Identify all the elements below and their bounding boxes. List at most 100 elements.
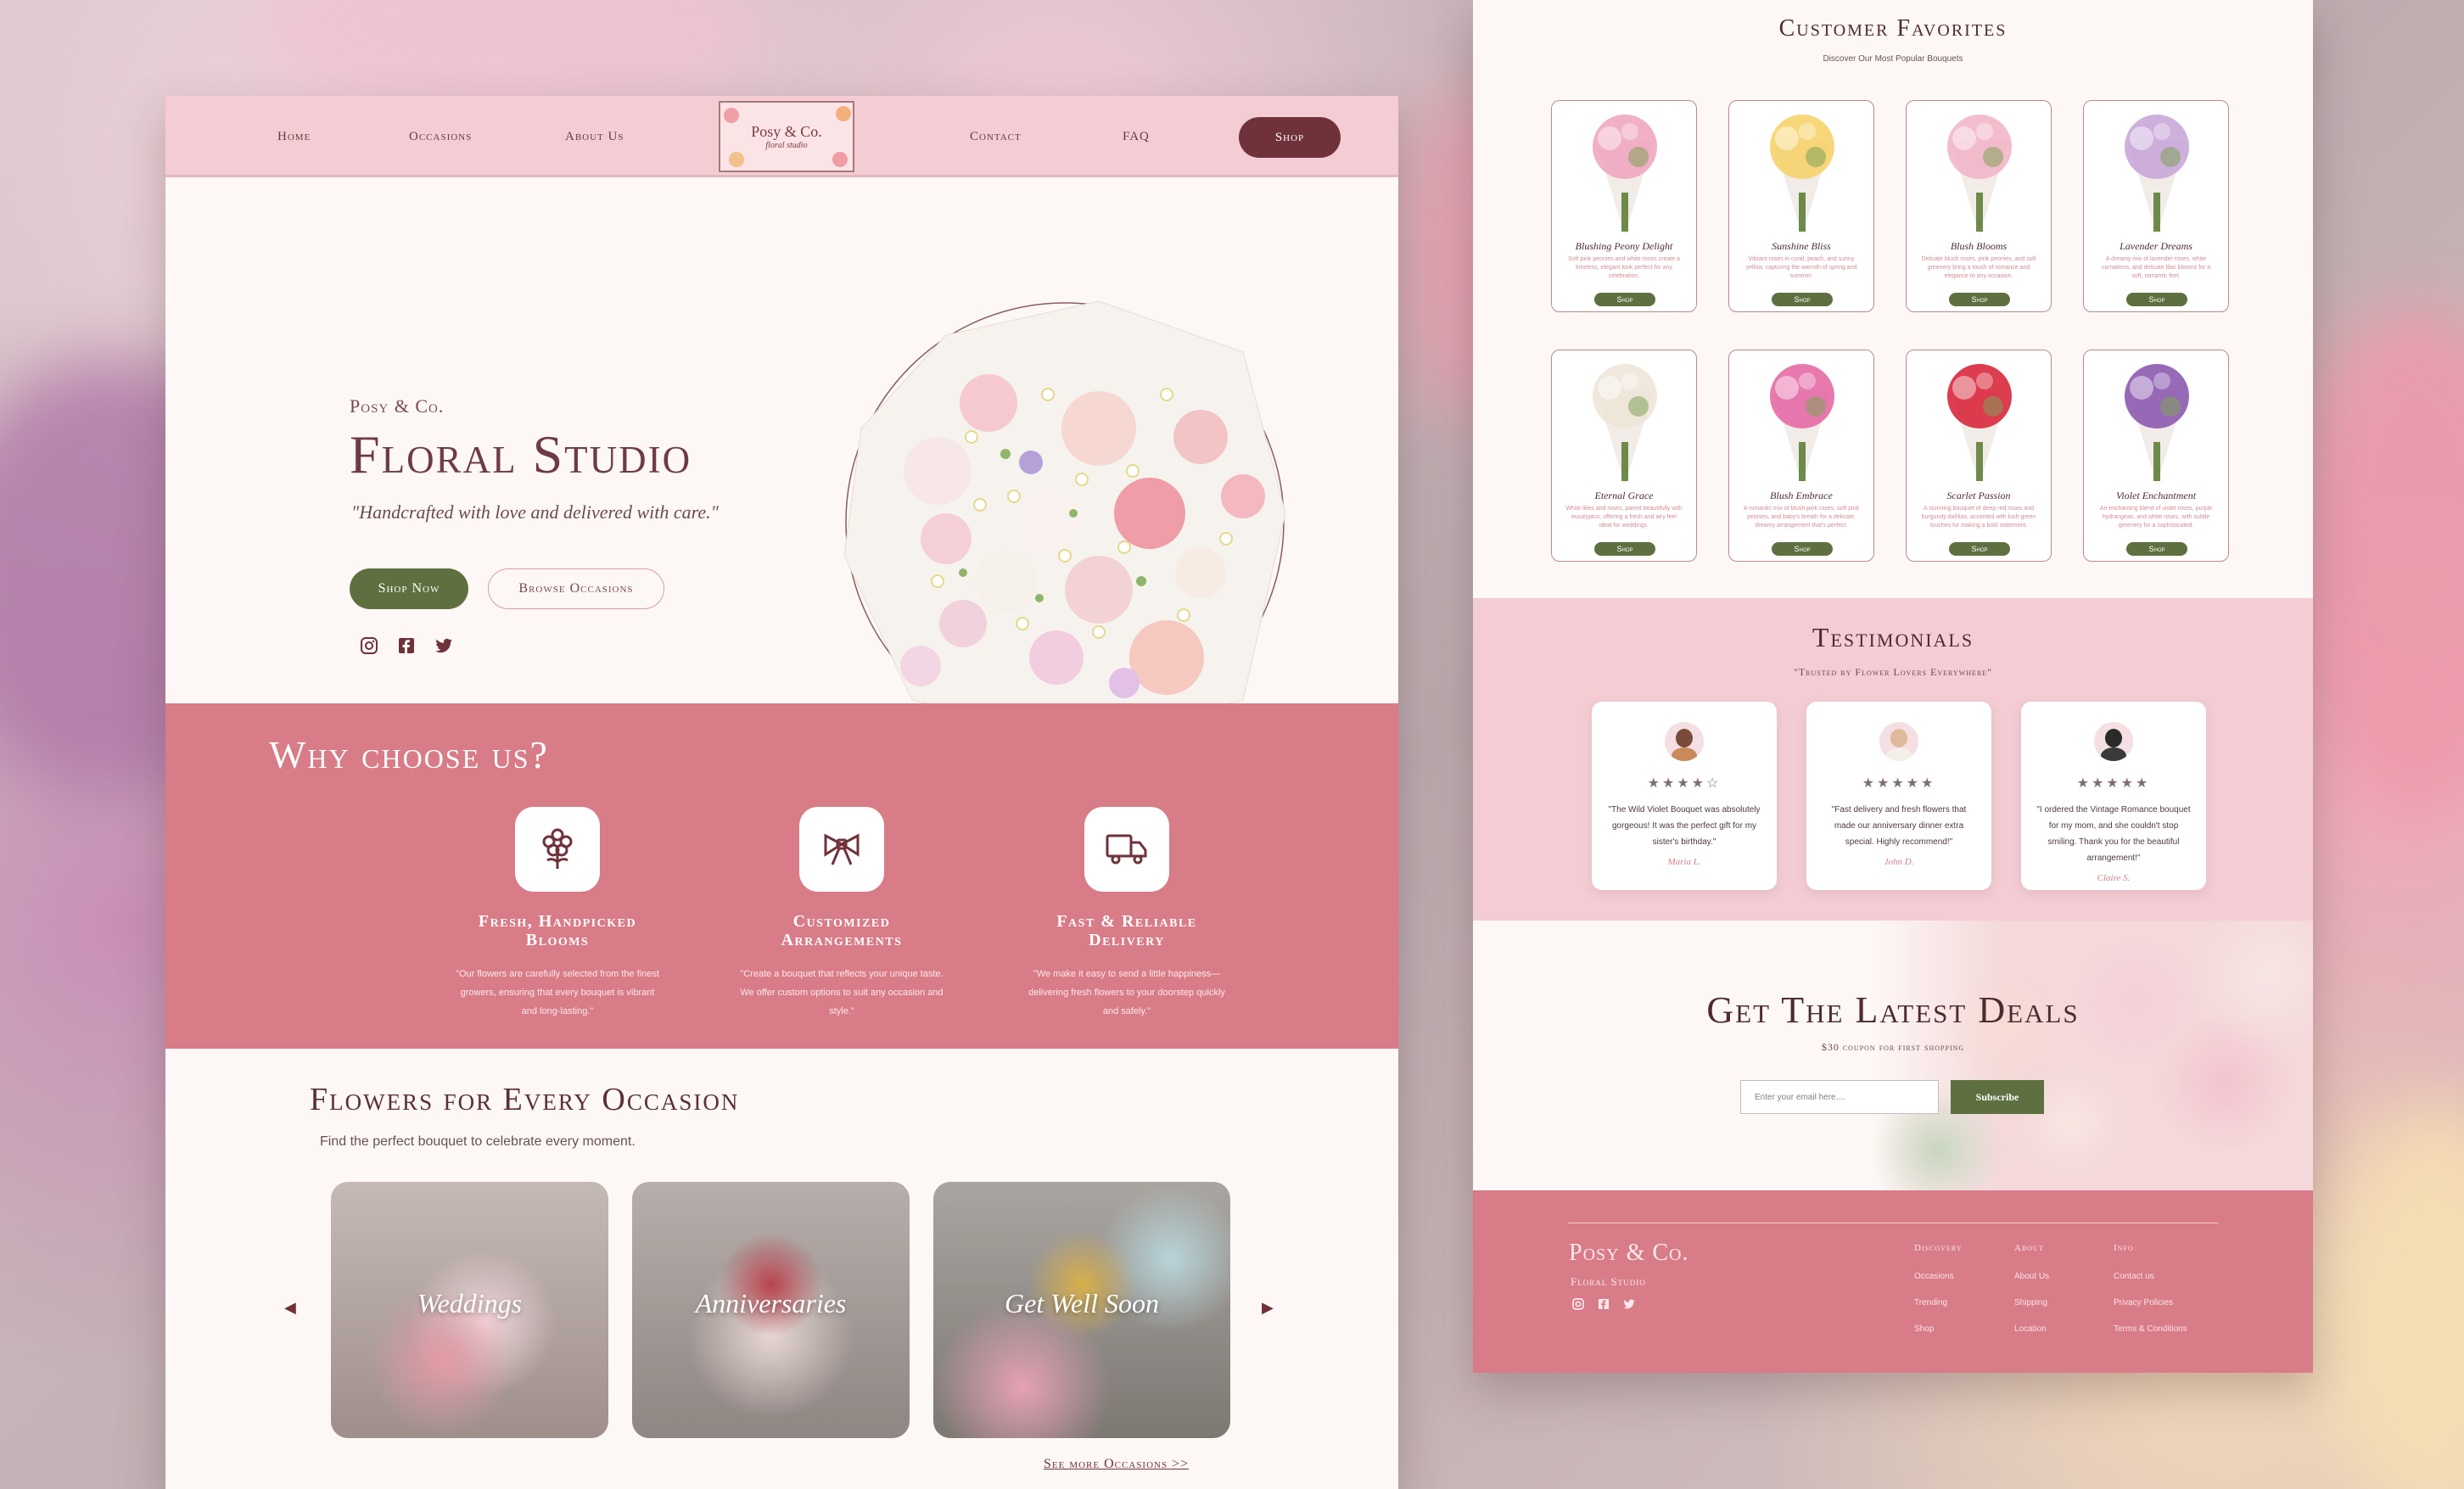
newsletter-section: Get The Latest Deals $30 coupon for firs… (1473, 921, 2313, 1190)
footer-link[interactable]: Shop (1914, 1324, 1934, 1334)
homepage-mockup-left: Home Occasions About Us Posy & Co. flora… (165, 96, 1398, 1489)
instagram-icon[interactable] (1571, 1297, 1585, 1311)
testimonial-text: "I ordered the Vintage Romance bouquet f… (2036, 805, 2191, 863)
browse-occasions-button[interactable]: Browse Occasions (488, 568, 664, 609)
instagram-icon[interactable] (359, 635, 379, 656)
footer-link[interactable]: Shipping (2014, 1298, 2047, 1307)
product-shop-button[interactable]: Shop (1949, 542, 2010, 556)
product-name: Blush Blooms (1950, 240, 2008, 252)
product-card[interactable]: Eternal Grace White lilies and roses, pai… (1551, 350, 1697, 562)
testimonial-author: John D. (1884, 857, 1914, 867)
occasions-title: Flowers for Every Occasion (310, 1082, 740, 1117)
favorites-subtitle: Discover Our Most Popular Bouquets (1823, 54, 1963, 64)
product-shop-button[interactable]: Shop (1772, 293, 1833, 306)
product-name: Sunshine Bliss (1772, 240, 1831, 252)
product-card[interactable]: Scarlet Passion A stunning bouquet of dee… (1906, 350, 2052, 562)
footer-link[interactable]: Occasions (1914, 1272, 1954, 1281)
footer-link[interactable]: Contact us (2114, 1272, 2154, 1281)
footer: Posy & Co. Floral Studio Discovery Occas… (1473, 1190, 2313, 1373)
occasion-card-anniversaries[interactable]: Anniversaries (632, 1182, 910, 1438)
product-card[interactable]: Sunshine Bliss Vibrant roses in coral, pe… (1728, 100, 1874, 312)
testimonials-subtitle: "Trusted by Flower Lovers Everywhere" (1793, 666, 1993, 678)
product-description: White lilies and roses, paired beautiful… (1565, 506, 1683, 529)
why-choose-us-section: Why choose us? Fresh, Handpicked Blooms … (165, 703, 1398, 1049)
testimonial-author: Maria L. (1667, 857, 1701, 867)
email-input[interactable]: Enter your email here.... (1740, 1080, 1939, 1114)
feature-text: "We make it easy to send a little happin… (1028, 969, 1225, 1016)
product-shop-button[interactable]: Shop (1772, 542, 1833, 556)
why-title: Why choose us? (269, 733, 549, 776)
occasion-card-weddings[interactable]: Weddings (331, 1182, 608, 1438)
feature-title: Fresh, Handpicked Blooms (478, 912, 637, 949)
product-shop-button[interactable]: Shop (1949, 293, 2010, 306)
nav-home[interactable]: Home (277, 130, 311, 144)
product-image (1917, 108, 2042, 235)
feature-text: "Our flowers are carefully selected from… (456, 969, 659, 1016)
nav-shop-button[interactable]: Shop (1239, 117, 1341, 158)
footer-link[interactable]: Trending (1914, 1298, 1947, 1307)
occasion-card-get-well-soon[interactable]: Get Well Soon (933, 1182, 1230, 1438)
footer-link[interactable]: Location (2014, 1324, 2047, 1334)
footer-link[interactable]: Terms & Conditions (2114, 1324, 2187, 1334)
blur-blossom (2325, 1103, 2464, 1489)
product-image (2094, 108, 2220, 235)
product-name: Scarlet Passion (1946, 490, 2011, 501)
testimonial-card: ★★★★★ "I ordered the Vintage Romance bou… (2021, 702, 2206, 890)
footer-heading: Discovery (1914, 1243, 1963, 1253)
footer-heading: About (2014, 1243, 2044, 1253)
logo-subtext: floral studio (765, 141, 808, 150)
product-card[interactable]: Blush Blooms Delicate blush roses, pink p… (1906, 100, 2052, 312)
product-name: Blushing Peony Delight (1575, 240, 1673, 252)
facebook-icon[interactable] (396, 635, 417, 656)
deals-title: Get The Latest Deals (1706, 989, 2080, 1031)
brand-logo[interactable]: Posy & Co. floral studio (719, 101, 854, 172)
product-description: Soft pink peonies and white roses create… (1568, 256, 1680, 279)
product-shop-button[interactable]: Shop (1594, 542, 1655, 556)
hero-tagline: "Handcrafted with love and delivered wit… (351, 501, 719, 523)
product-shop-button[interactable]: Shop (2126, 293, 2187, 306)
twitter-icon[interactable] (1622, 1297, 1636, 1311)
deals-flowers-image (1872, 921, 2313, 1190)
feature-card: Fast & Reliable Delivery "We make it eas… (1021, 807, 1233, 1021)
hero-brand: Posy & Co. (350, 395, 445, 417)
product-image (1562, 357, 1688, 484)
testimonial-text: "The Wild Violet Bouquet was absolutely … (1608, 805, 1761, 847)
subscribe-button[interactable]: Subscribe (1951, 1080, 2044, 1114)
facebook-icon[interactable] (1597, 1297, 1610, 1311)
avatar (2094, 722, 2133, 761)
product-name: Blush Embrace (1770, 490, 1833, 501)
blur-blossom (2291, 305, 2464, 814)
product-shop-button[interactable]: Shop (1594, 293, 1655, 306)
nav-faq[interactable]: FAQ (1123, 130, 1150, 144)
carousel-prev-icon[interactable]: ◀ (284, 1299, 296, 1317)
shop-now-button[interactable]: Shop Now (350, 568, 468, 609)
footer-link[interactable]: About Us (2014, 1272, 2049, 1281)
twitter-icon[interactable] (434, 635, 454, 656)
feature-card: Fresh, Handpicked Blooms "Our flowers ar… (451, 807, 664, 1021)
footer-heading: Info (2114, 1243, 2134, 1253)
nav-contact[interactable]: Contact (970, 130, 1022, 144)
product-shop-button[interactable]: Shop (2126, 542, 2187, 556)
product-description: Delicate blush roses, pink peonies, and … (1921, 256, 2036, 279)
hero-title: Floral Studio (350, 424, 692, 484)
feature-title: Fast & Reliable Delivery (1056, 912, 1197, 949)
product-card[interactable]: Lavender Dreams A dreamy mix of lavender … (2083, 100, 2229, 312)
product-description: An enchanting blend of violet roses, pur… (2099, 506, 2213, 529)
product-description: A romantic mix of blush pink roses, soft… (1743, 506, 1860, 529)
top-navigation: Home Occasions About Us Posy & Co. flora… (165, 96, 1398, 177)
product-card[interactable]: Violet Enchantment An enchanting blend of… (2083, 350, 2229, 562)
nav-occasions[interactable]: Occasions (409, 130, 472, 144)
product-card[interactable]: Blush Embrace A romantic mix of blush pin… (1728, 350, 1874, 562)
flower-icon (515, 807, 600, 892)
deals-subtitle: $30 coupon for first shopping (1821, 1041, 1965, 1053)
bow-icon (799, 807, 884, 892)
carousel-next-icon[interactable]: ▶ (1262, 1299, 1274, 1317)
feature-text: "Create a bouquet that reflects your uni… (740, 969, 944, 1016)
nav-about[interactable]: About Us (565, 130, 624, 144)
hero-bouquet-image (844, 301, 1285, 742)
see-more-occasions-link[interactable]: See more Occasions >> (1044, 1457, 1189, 1472)
footer-subbrand: Floral Studio (1571, 1275, 1646, 1288)
product-image (2094, 357, 2220, 484)
footer-link[interactable]: Privacy Policies (2114, 1298, 2173, 1307)
product-card[interactable]: Blushing Peony Delight Soft pink peonies … (1551, 100, 1697, 312)
